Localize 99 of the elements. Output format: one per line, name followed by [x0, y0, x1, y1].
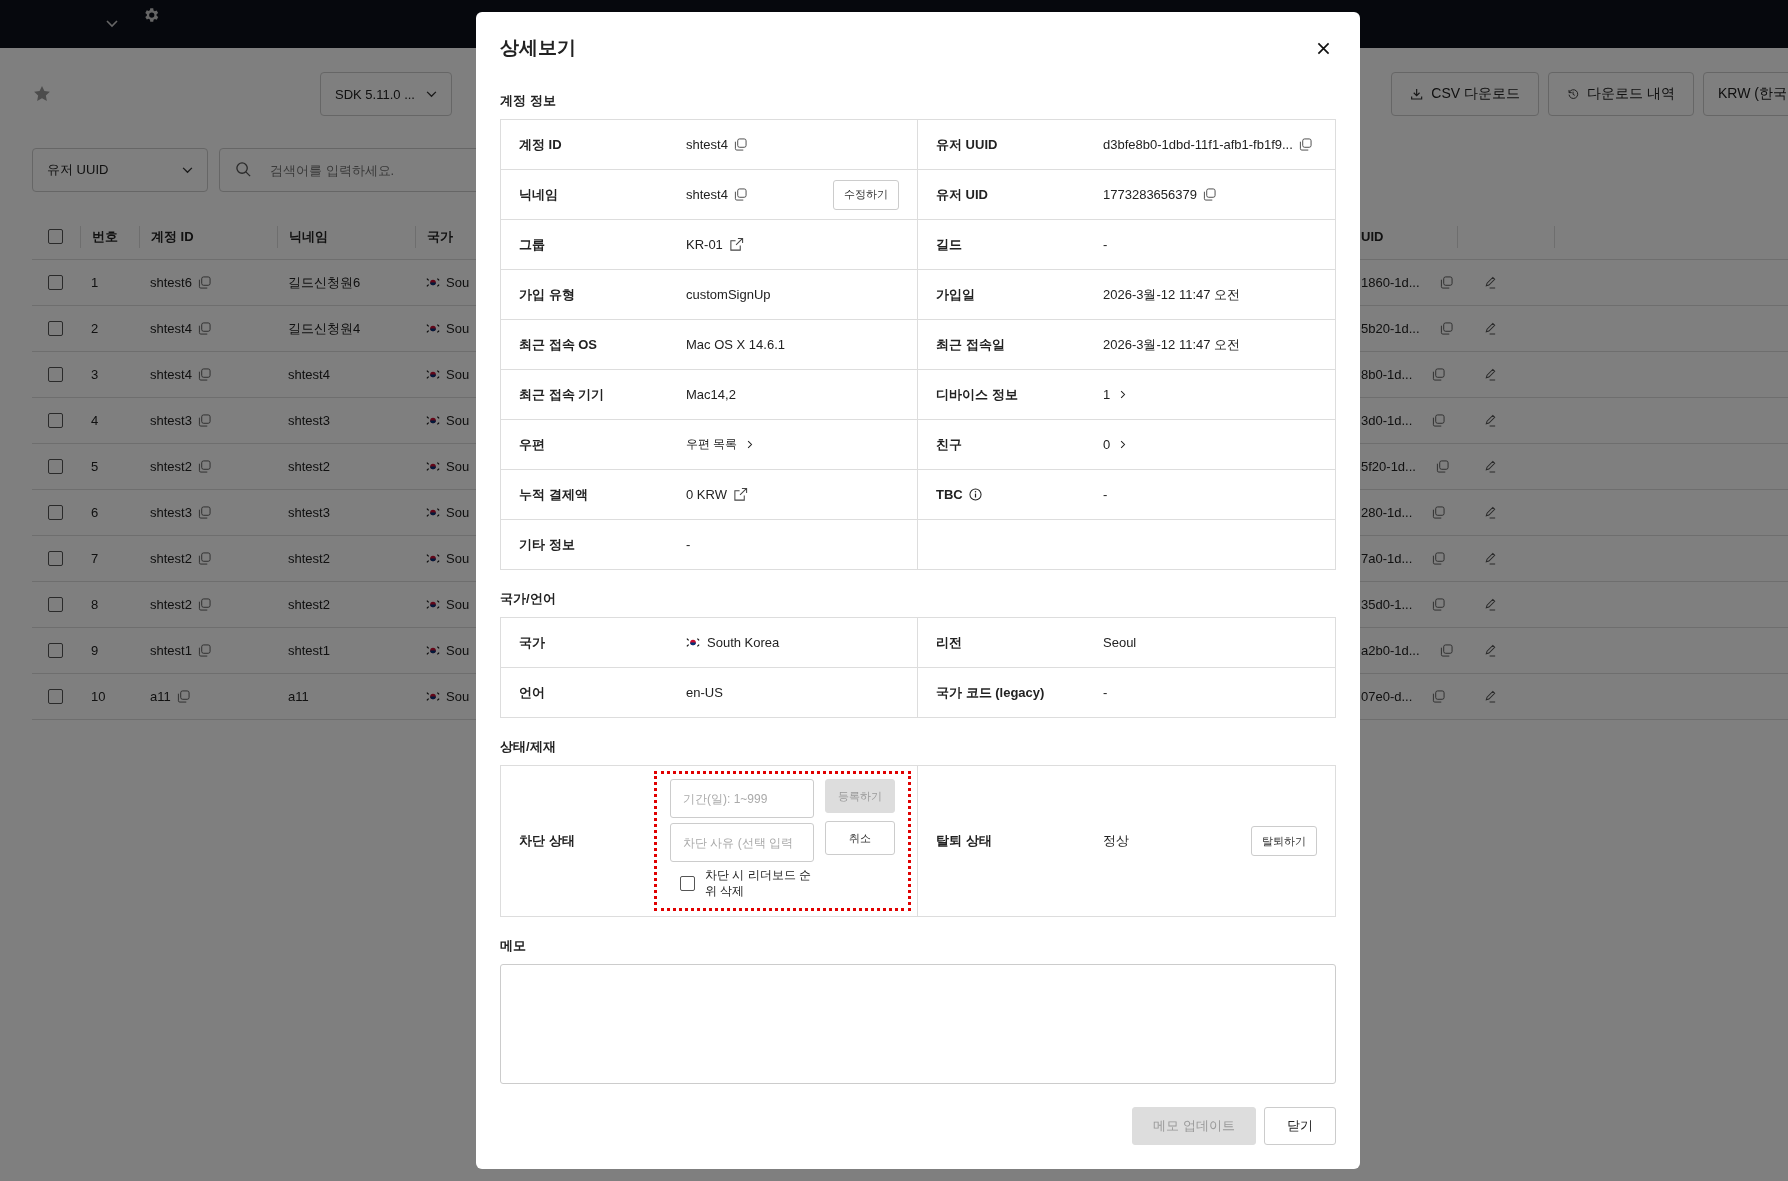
table-cell: shtest3	[288, 505, 330, 520]
column-header: 계정 ID	[151, 227, 194, 246]
column-header: UID	[1361, 229, 1384, 244]
field-value: -	[1103, 685, 1108, 700]
field-value: d3bfe8b0-1dbd-11f1-afb1-fb1f9...	[1103, 137, 1293, 152]
table-cell: 5f20-1d...	[1361, 459, 1416, 474]
table-cell: Sou	[446, 413, 470, 428]
field-value: customSignUp	[686, 287, 771, 302]
field-label: 차단 상태	[519, 832, 575, 850]
field-value: -	[686, 537, 691, 552]
table-cell: a11	[288, 689, 309, 704]
table-cell: a2b0-1d...	[1361, 643, 1420, 658]
table-cell: 4	[91, 413, 99, 428]
table-cell: shtest2	[150, 459, 192, 474]
table-cell: Sou	[446, 321, 470, 336]
field-label: 기타 정보	[519, 535, 575, 554]
column-header: 닉네임	[289, 227, 328, 246]
field-label: 길드	[936, 235, 962, 254]
table-cell: 10	[91, 689, 106, 704]
table-cell: shtest1	[150, 643, 192, 658]
field-value: 0 KRW	[686, 487, 727, 502]
field-value: Mac14,2	[686, 387, 736, 402]
table-cell: 6	[91, 505, 99, 520]
field-value: -	[1103, 487, 1108, 502]
field-label: TBC	[936, 487, 963, 502]
table-cell: Sou	[446, 459, 470, 474]
table-cell: 8	[91, 597, 99, 612]
table-cell: 35d0-1...	[1361, 597, 1413, 612]
table-cell: shtest4	[150, 321, 192, 336]
field-value: 정상	[1103, 832, 1129, 850]
section-title: 계정 정보	[500, 92, 556, 110]
field-label: 가입 유형	[519, 285, 575, 304]
table-cell: shtest2	[288, 597, 330, 612]
column-header: 번호	[92, 227, 118, 246]
field-label: 리전	[936, 633, 962, 652]
table-cell: 길드신청원4	[288, 319, 361, 338]
table-cell: Sou	[446, 505, 470, 520]
field-label: 친구	[936, 435, 962, 454]
table-cell: 3	[91, 367, 99, 382]
table-cell: 7a0-1d...	[1361, 551, 1413, 566]
field-value: Mac OS X 14.6.1	[686, 337, 785, 352]
table-cell: shtest1	[288, 643, 330, 658]
field-label: 최근 접속 OS	[519, 335, 597, 354]
table-cell: 9	[91, 643, 99, 658]
table-cell: 3d0-1d...	[1361, 413, 1413, 428]
field-value: KR-01	[686, 237, 723, 252]
section-title: 국가/언어	[500, 590, 556, 608]
table-cell: Sou	[446, 367, 470, 382]
table-cell: shtest3	[288, 413, 330, 428]
field-label: 디바이스 정보	[936, 385, 1018, 404]
checkbox-label: 차단 시 리더보드 순위 삭제	[705, 867, 812, 899]
field-value: 1773283656379	[1103, 187, 1197, 202]
field-label: 유저 UUID	[936, 135, 998, 154]
table-cell: 1860-1d...	[1361, 275, 1420, 290]
column-header: 국가	[427, 227, 453, 246]
field-label: 최근 접속 기기	[519, 385, 605, 404]
field-value: South Korea	[707, 635, 780, 650]
field-label: 국가 코드 (legacy)	[936, 683, 1045, 702]
table-cell: shtest6	[150, 275, 192, 290]
table-cell: 1	[91, 275, 99, 290]
table-cell: 길드신청원6	[288, 273, 361, 292]
field-label: 그룹	[519, 235, 545, 254]
table-cell: shtest2	[150, 597, 192, 612]
field-label: 언어	[519, 683, 545, 702]
field-value: Seoul	[1103, 635, 1137, 650]
table-cell: Sou	[446, 643, 470, 658]
table-cell: shtest3	[150, 413, 192, 428]
field-label: 누적 결제액	[519, 485, 588, 504]
table-cell: shtest2	[150, 551, 192, 566]
field-label: 최근 접속일	[936, 335, 1005, 354]
table-cell: 07e0-d...	[1361, 689, 1413, 704]
table-cell: Sou	[446, 689, 470, 704]
table-cell: shtest4	[288, 367, 330, 382]
field-label: 우편	[519, 435, 545, 454]
field-label: 국가	[519, 633, 545, 652]
table-cell: shtest3	[150, 505, 192, 520]
table-cell: 2	[91, 321, 99, 336]
dialog-title: 상세보기	[500, 36, 576, 60]
table-cell: 5	[91, 459, 99, 474]
field-label: 유저 UID	[936, 185, 988, 204]
table-cell: shtest2	[288, 551, 330, 566]
field-label: 탈퇴 상태	[936, 832, 992, 850]
section-title: 메모	[500, 937, 526, 955]
table-cell: shtest2	[288, 459, 330, 474]
field-value: -	[1103, 237, 1108, 252]
field-value: 2026-3월-12 11:47 오전	[1103, 285, 1241, 304]
field-value: en-US	[686, 685, 723, 700]
table-cell: Sou	[446, 597, 470, 612]
field-label: 가입일	[936, 285, 975, 304]
table-cell: 8b0-1d...	[1361, 367, 1413, 382]
section-title: 상태/제재	[500, 738, 556, 756]
table-cell: shtest4	[150, 367, 192, 382]
table-cell: 7	[91, 551, 99, 566]
table-cell: a11	[150, 689, 171, 704]
table-cell: 5b20-1d...	[1361, 321, 1420, 336]
field-value: 2026-3월-12 11:47 오전	[1103, 335, 1241, 354]
table-cell: Sou	[446, 275, 470, 290]
table-cell: 280-1d...	[1361, 505, 1413, 520]
table-cell: Sou	[446, 551, 470, 566]
